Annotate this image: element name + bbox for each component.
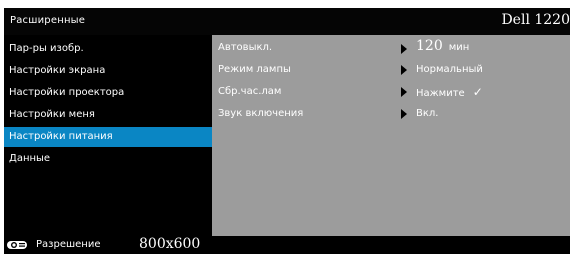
auto-off-unit: мин — [448, 42, 470, 53]
sidebar-item-menu-settings[interactable]: Настройки меня — [4, 105, 212, 125]
sidebar-item-label: Настройки питания — [9, 131, 113, 142]
option-value-auto-off[interactable]: 120 мин — [416, 36, 469, 58]
sidebar: Пар-ры изобр. Настройки экрана Настройки… — [4, 35, 212, 236]
right-arrow-icon[interactable] — [401, 87, 407, 97]
option-value-power-on-sound[interactable]: Вкл. — [416, 104, 438, 124]
lamp-reset-text: Нажмите — [416, 88, 465, 99]
option-value-lamp-mode[interactable]: Нормальный — [416, 60, 483, 80]
checkmark-icon: ✓ — [472, 85, 483, 99]
resolution-label: Разрешение — [36, 239, 101, 250]
sidebar-item-information[interactable]: Данные — [4, 149, 212, 169]
sidebar-item-display-settings[interactable]: Настройки экрана — [4, 61, 212, 81]
sidebar-item-projector-settings[interactable]: Настройки проектора — [4, 83, 212, 103]
option-label-auto-off: Автовыкл. — [218, 42, 273, 53]
sidebar-item-label: Настройки меня — [9, 109, 95, 120]
option-label-power-on-sound: Звук включения — [218, 108, 304, 119]
title-bar: Расширенные Dell 1220 — [4, 8, 570, 35]
model-name: Dell 1220 — [501, 12, 570, 28]
osd-menu: Расширенные Dell 1220 Пар-ры изобр. Наст… — [4, 8, 570, 254]
options-panel: Автовыкл. 120 мин Режим лампы Нормальный … — [212, 35, 570, 236]
sidebar-item-label: Пар-ры изобр. — [9, 43, 84, 54]
right-arrow-icon[interactable] — [401, 65, 407, 75]
status-bar: Разрешение 800x600 — [4, 236, 570, 254]
option-label-lamp-hour-reset: Сбр.час.лам — [218, 86, 282, 97]
sidebar-item-label: Настройки экрана — [9, 65, 106, 76]
sidebar-item-power-settings[interactable]: Настройки питания — [4, 127, 212, 147]
option-label-lamp-mode: Режим лампы — [218, 64, 291, 75]
resolution-value: 800x600 — [139, 236, 201, 252]
sidebar-item-picture-settings[interactable]: Пар-ры изобр. — [4, 39, 212, 59]
right-arrow-icon[interactable] — [401, 44, 407, 54]
projector-icon — [7, 241, 27, 249]
right-arrow-icon[interactable] — [401, 109, 407, 119]
menu-title: Расширенные — [10, 15, 86, 26]
auto-off-minutes: 120 — [416, 38, 443, 54]
option-value-lamp-hour-reset[interactable]: Нажмите ✓ — [416, 82, 483, 104]
sidebar-item-label: Настройки проектора — [9, 87, 125, 98]
sidebar-item-label: Данные — [9, 153, 51, 164]
